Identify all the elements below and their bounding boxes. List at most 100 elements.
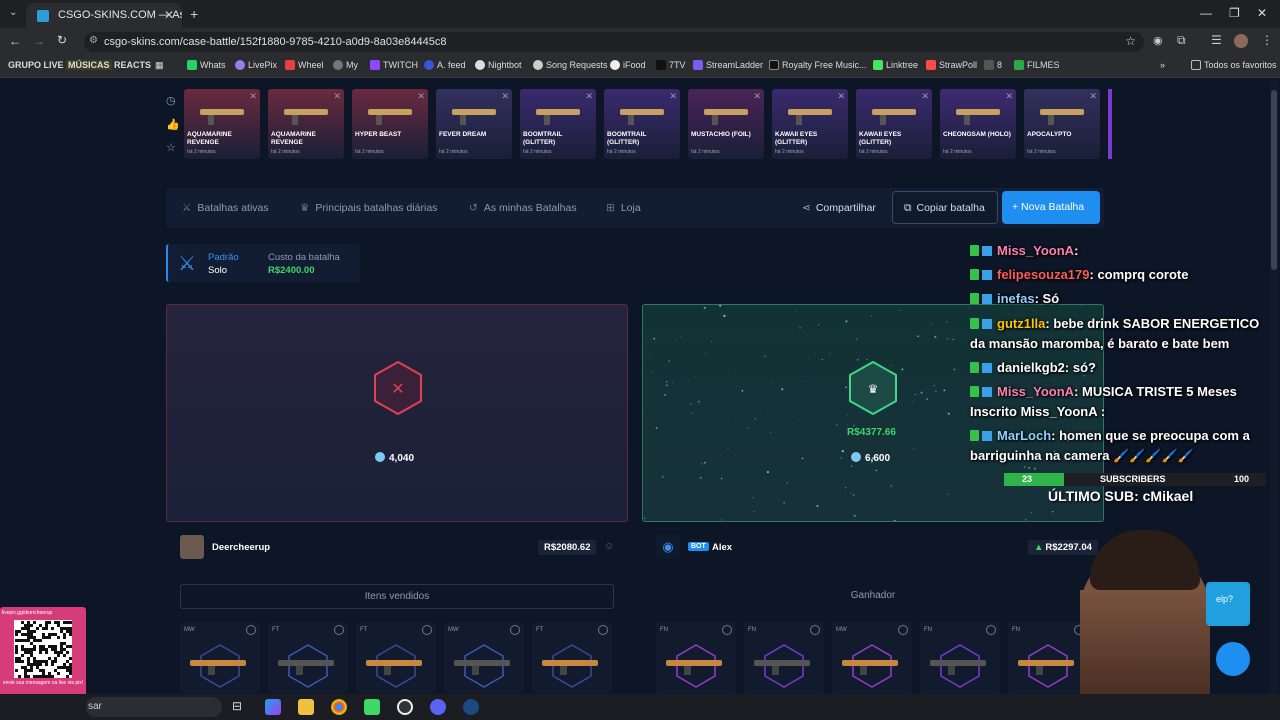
item-check-icon[interactable] — [334, 625, 344, 635]
recent-drop-card[interactable]: ✕ BOOMTRAIL (GLITTER) há 2 minutos — [520, 89, 596, 159]
minimize-icon[interactable]: — — [1200, 6, 1212, 20]
item-slot[interactable]: FT — [268, 622, 348, 694]
recent-drop-card[interactable]: ✕ AQUAMARINE REVENGE há 2 minutos — [184, 89, 260, 159]
app-icon-green[interactable] — [364, 699, 380, 715]
item-slot[interactable]: FN — [920, 622, 1000, 694]
player-name[interactable]: Deercheerup — [212, 542, 270, 553]
puzzle-icon[interactable]: ⧉ — [1177, 33, 1186, 48]
card-close-icon[interactable]: ✕ — [753, 91, 761, 102]
item-check-icon[interactable] — [986, 625, 996, 635]
close-tab-icon[interactable]: ✕ — [164, 8, 174, 22]
bookmark-reacts[interactable]: REACTS — [114, 60, 151, 70]
steam-icon[interactable] — [463, 699, 479, 715]
scrollbar-thumb[interactable] — [1271, 90, 1277, 270]
card-close-icon[interactable]: ✕ — [333, 91, 341, 102]
bookmark-afeed[interactable]: A. feed — [424, 60, 466, 70]
bookmark-strawpoll[interactable]: StrawPoll — [926, 60, 977, 70]
reload-icon[interactable]: ↻ — [57, 33, 67, 47]
bookmark-ifood[interactable]: iFood — [610, 60, 646, 70]
recent-drop-card[interactable]: ✕ BOOMTRAIL (GLITTER) há 2 minutos — [604, 89, 680, 159]
recent-drop-card[interactable]: ✕ APOCALYPTO há 2 minutos — [1024, 89, 1100, 159]
nav-active-battles[interactable]: ⚔ Batalhas ativas — [182, 202, 269, 214]
clock-icon[interactable]: ◷ — [166, 94, 176, 107]
chat-support-button[interactable] — [1216, 642, 1250, 676]
item-slot[interactable]: MW — [832, 622, 912, 694]
discord-icon[interactable] — [430, 699, 446, 715]
bookmark-streamladder[interactable]: StreamLadder — [693, 60, 763, 70]
obs-icon[interactable] — [397, 699, 413, 715]
avatar[interactable] — [180, 535, 204, 559]
bookmark-8[interactable]: 8 — [984, 60, 1002, 70]
bookmark-song-requests[interactable]: Song Requests — [533, 60, 608, 70]
browser-tab[interactable]: CSGO-SKINS.COM — As melhor ✕ — [26, 3, 182, 28]
emoji-icon[interactable]: ☺ — [604, 541, 614, 552]
item-check-icon[interactable] — [598, 625, 608, 635]
recent-drop-card[interactable]: ✕ KAWAII EYES (GLITTER) há 2 minutos — [856, 89, 932, 159]
tab-search-icon[interactable]: ☰ — [1211, 33, 1222, 47]
item-slot[interactable]: FT — [532, 622, 612, 694]
bookmark-whats[interactable]: Whats — [187, 60, 226, 70]
close-window-icon[interactable]: ✕ — [1257, 6, 1267, 20]
all-bookmarks[interactable]: Todos os favoritos — [1191, 60, 1277, 70]
copy-battle-button[interactable]: ⧉ Copiar batalha — [892, 191, 998, 224]
bookmark-star-icon[interactable]: ☆ — [1125, 34, 1136, 48]
recent-drop-card[interactable]: ✕ CHEONGSAM (HOLO) há 2 minutos — [940, 89, 1016, 159]
bookmark-filmes[interactable]: FILMES — [1014, 60, 1060, 70]
bookmark-royalty-free[interactable]: Royalty Free Music... — [769, 60, 867, 70]
player-name[interactable]: Alex — [712, 542, 732, 553]
item-slot[interactable]: FN — [744, 622, 824, 694]
card-close-icon[interactable]: ✕ — [249, 91, 257, 102]
recent-drop-card[interactable]: ✕ HYPER BEAST há 2 minutos — [352, 89, 428, 159]
share-button[interactable]: ⋖ Compartilhar — [802, 202, 876, 214]
url-input[interactable]: ⚙ csgo-skins.com/case-battle/152f1880-97… — [84, 32, 1144, 52]
menu-icon[interactable]: ⋮ — [1261, 33, 1273, 47]
star-icon[interactable]: ☆ — [166, 141, 176, 154]
nav-my-battles[interactable]: ↺ As minhas Batalhas — [469, 202, 577, 214]
bookmark-linktree[interactable]: Linktree — [873, 60, 918, 70]
recent-drop-card[interactable]: ✕ MUSTACHIO (FOIL) há 2 minutos — [688, 89, 764, 159]
thumbs-up-icon[interactable]: 👍 — [166, 118, 180, 131]
item-check-icon[interactable] — [810, 625, 820, 635]
card-close-icon[interactable]: ✕ — [669, 91, 677, 102]
item-check-icon[interactable] — [510, 625, 520, 635]
item-check-icon[interactable] — [246, 625, 256, 635]
card-close-icon[interactable]: ✕ — [417, 91, 425, 102]
new-tab-icon[interactable]: + — [190, 6, 198, 22]
back-icon[interactable]: ← — [9, 34, 21, 48]
recent-drop-card[interactable]: ✕ KAWAII EYES (GLITTER) há 2 minutos — [772, 89, 848, 159]
item-check-icon[interactable] — [722, 625, 732, 635]
bookmark-7tv[interactable]: 7TV — [656, 60, 686, 70]
card-close-icon[interactable]: ✕ — [1005, 91, 1013, 102]
item-check-icon[interactable] — [422, 625, 432, 635]
more-bookmarks-icon[interactable]: » — [1160, 60, 1165, 70]
card-close-icon[interactable]: ✕ — [921, 91, 929, 102]
card-close-icon[interactable]: ✕ — [585, 91, 593, 102]
card-close-icon[interactable]: ✕ — [837, 91, 845, 102]
bookmark-my[interactable]: My — [333, 60, 358, 70]
card-close-icon[interactable]: ✕ — [1089, 91, 1097, 102]
nav-store[interactable]: ⊞ Loja — [606, 202, 641, 214]
item-slot[interactable]: MW — [180, 622, 260, 694]
item-check-icon[interactable] — [898, 625, 908, 635]
site-info-icon[interactable]: ⚙ — [89, 35, 98, 46]
task-view-icon[interactable]: ⊟ — [232, 699, 248, 715]
file-explorer-icon[interactable] — [298, 699, 314, 715]
apps-grid-icon[interactable]: ▦ — [155, 60, 164, 71]
bookmark-twitch[interactable]: TWITCH — [370, 60, 418, 70]
item-slot[interactable]: FT — [356, 622, 436, 694]
item-slot[interactable]: MW — [444, 622, 524, 694]
bookmark-musicas[interactable]: MÚSICAS — [66, 60, 112, 70]
recent-drop-card[interactable]: ✕ AQUAMARINE REVENGE há 2 minutos — [268, 89, 344, 159]
bookmark-wheel[interactable]: Wheel — [285, 60, 324, 70]
taskbar-search[interactable]: sar — [86, 697, 222, 717]
chrome-icon[interactable] — [331, 699, 347, 715]
tab-list-icon[interactable]: ⌄ — [9, 7, 17, 18]
forward-icon[interactable]: → — [33, 34, 45, 48]
restore-icon[interactable]: ❐ — [1229, 6, 1240, 20]
new-battle-button[interactable]: + Nova Batalha — [1002, 191, 1100, 224]
card-close-icon[interactable]: ✕ — [501, 91, 509, 102]
profile-avatar[interactable] — [1234, 34, 1248, 48]
extension-icon[interactable]: ◉ — [1153, 34, 1163, 47]
item-slot[interactable]: FN — [656, 622, 736, 694]
recent-drop-card[interactable]: ✕ FEVER DREAM há 2 minutos — [436, 89, 512, 159]
